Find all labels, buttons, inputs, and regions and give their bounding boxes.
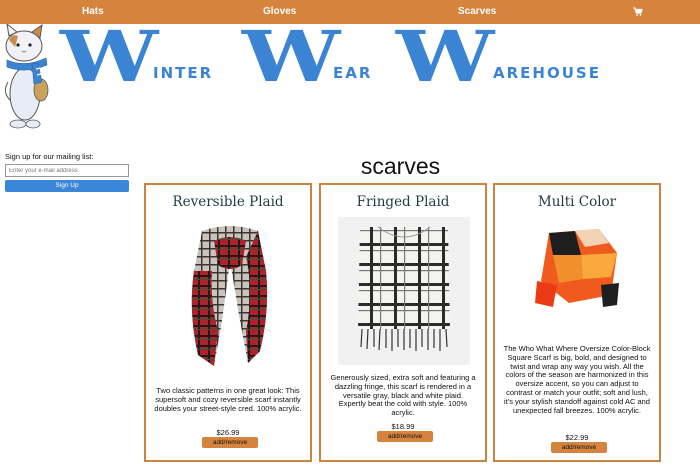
banner-word-1: INTER xyxy=(153,64,214,82)
reversible-plaid-scarf-image[interactable] xyxy=(174,221,286,371)
product-card: Multi Color The Who What Where Oversize … xyxy=(493,183,661,462)
banner-initial-1: W xyxy=(60,15,158,98)
product-description: Generously sized, extra soft and featuri… xyxy=(330,373,476,418)
mascot-cat-logo xyxy=(4,24,49,129)
product-title: Reversible Plaid xyxy=(172,194,284,210)
product-price: $18.99 xyxy=(391,422,415,431)
cart-icon[interactable] xyxy=(633,7,643,17)
banner-initial-3: W xyxy=(396,15,494,98)
banner-word-2: EAR xyxy=(333,64,373,82)
page-title: scarves xyxy=(360,153,441,179)
fringed-plaid-scarf-image[interactable] xyxy=(338,217,470,365)
sign-up-button[interactable]: Sign Up xyxy=(5,180,129,192)
product-card: Fringed Plaid Generously sized, extra so… xyxy=(319,183,487,462)
product-card: Reversible Plaid Two classic patterns in… xyxy=(144,183,312,462)
product-title: Multi Color xyxy=(537,194,617,210)
product-price: $26.99 xyxy=(216,428,240,437)
add-remove-button[interactable]: add/remove xyxy=(551,442,607,453)
banner-initial-2: W xyxy=(242,15,340,98)
banner-word-3: AREHOUSE xyxy=(493,64,601,82)
site-title-banner: W INTER W EAR W AREHOUSE xyxy=(58,15,700,98)
product-description: The Who What Where Oversize Color-Block … xyxy=(503,344,651,415)
multi-color-scarf-image[interactable] xyxy=(529,225,625,315)
product-title: Fringed Plaid xyxy=(356,194,450,210)
product-description: Two classic patterns in one great look: … xyxy=(154,386,302,413)
product-price: $22.99 xyxy=(565,433,589,442)
add-remove-button[interactable]: add/remove xyxy=(202,437,258,448)
add-remove-button[interactable]: add/remove xyxy=(377,431,433,442)
